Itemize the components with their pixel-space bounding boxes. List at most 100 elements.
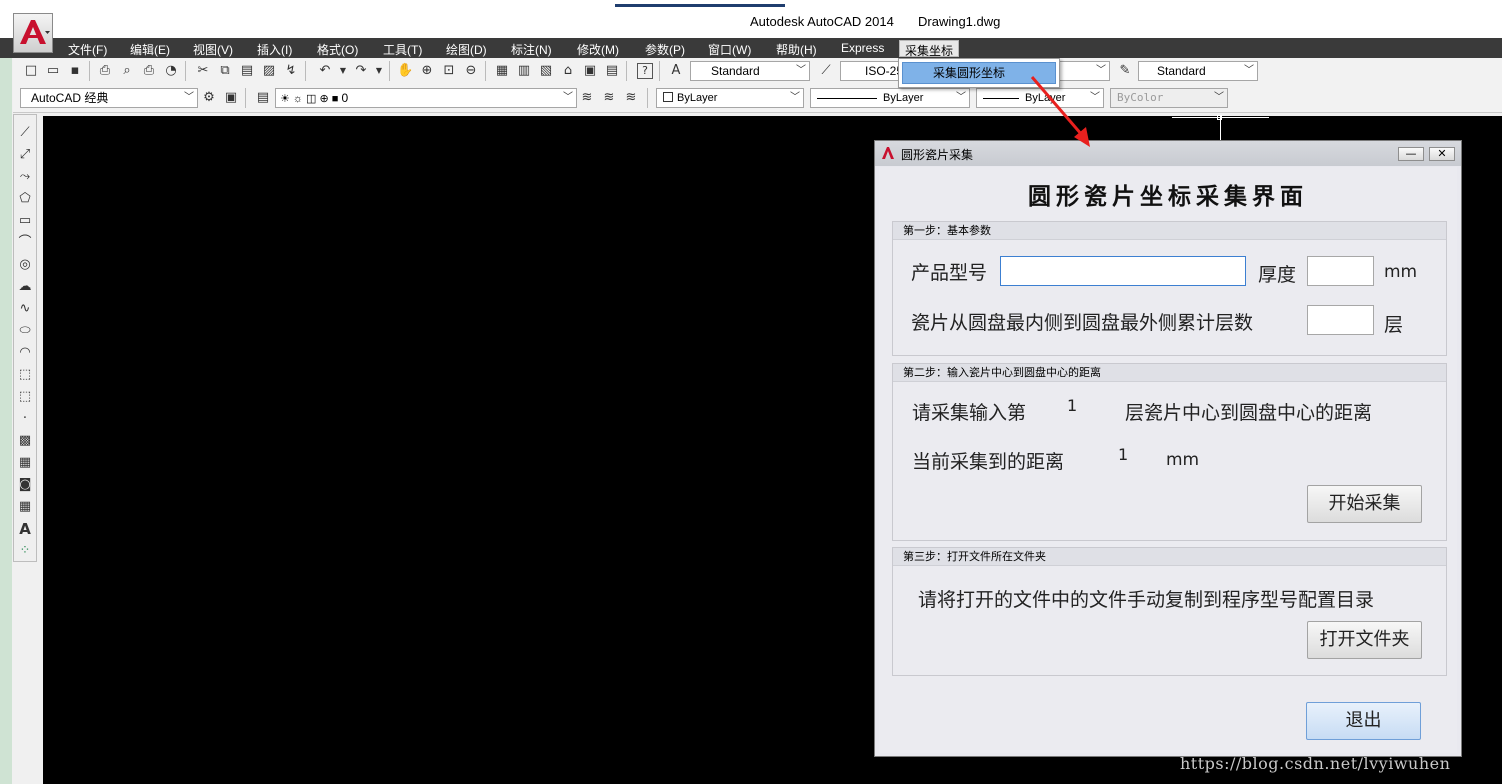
table-style-icon[interactable]: ✎ [1117, 63, 1133, 79]
tool-palettes-icon[interactable]: ▧ [538, 63, 554, 79]
3d-print-icon[interactable]: ◔ [163, 63, 179, 79]
make-current-layer-icon[interactable]: ≋ [579, 90, 595, 106]
autocad-small-logo-icon [882, 147, 894, 159]
workspace-settings-icon[interactable]: ⚙ [201, 90, 217, 106]
workspace-select[interactable]: AutoCAD 经典 ﹀ [20, 88, 198, 108]
markup-icon[interactable]: ▣ [582, 63, 598, 79]
make-block-icon[interactable]: ⬚ [17, 389, 33, 405]
hatch-icon[interactable]: ▩ [17, 433, 33, 449]
polyline-icon[interactable]: ⤳ [17, 169, 33, 185]
point-icon[interactable]: · [17, 411, 33, 427]
dialog-body: 圆形瓷片坐标采集界面 第一步：基本参数 产品型号 厚度 mm 瓷片从圆盘最内侧到… [879, 167, 1457, 753]
multiline-text-icon[interactable]: A [17, 521, 33, 537]
chevron-down-icon: ﹀ [1214, 92, 1224, 103]
arc-icon[interactable]: ⌒ [17, 235, 33, 251]
add-selected-icon[interactable]: ⁘ [17, 543, 33, 559]
sheet-set-icon[interactable]: ⌂ [560, 63, 576, 79]
plot-preview-icon[interactable]: ⌕ [119, 63, 135, 79]
zoom-previous-icon[interactable]: ⊖ [463, 63, 479, 79]
plotstyle-select[interactable]: ByColor ﹀ [1110, 88, 1228, 108]
spline-icon[interactable]: ∿ [17, 301, 33, 317]
collect-prompt-suffix: 层瓷片中心到圆盘中心的距离 [1125, 402, 1373, 424]
layer-count-input[interactable] [1307, 305, 1374, 335]
layer-previous-icon[interactable]: ≋ [601, 90, 617, 106]
copy-icon[interactable]: ⧉ [217, 63, 233, 79]
gradient-icon[interactable]: ▦ [17, 455, 33, 471]
plot-icon[interactable]: ⎙ [97, 63, 113, 79]
circle-icon[interactable]: ◎ [17, 257, 33, 273]
linetype-preview [817, 97, 877, 99]
color-swatch [663, 92, 673, 102]
menu-modify[interactable]: 修改(M) [577, 41, 619, 58]
dialog-title-bar[interactable]: 圆形瓷片采集 — ✕ [875, 141, 1461, 166]
open-folder-button[interactable]: 打开文件夹 [1307, 621, 1422, 659]
design-center-icon[interactable]: ▥ [516, 63, 532, 79]
thickness-input[interactable] [1307, 256, 1374, 286]
dim-style-icon[interactable]: ⟋ [818, 63, 834, 79]
product-model-input[interactable] [1000, 256, 1246, 286]
menu-dimension[interactable]: 标注(N) [511, 41, 552, 58]
rectangle-icon[interactable]: ▭ [17, 213, 33, 229]
thickness-label: 厚度 [1258, 264, 1297, 286]
line-icon[interactable]: ⟋ [17, 125, 33, 141]
text-style-icon[interactable]: A [668, 63, 684, 79]
paste-icon[interactable]: ▤ [239, 63, 255, 79]
table-style-select[interactable]: Standard ﹀ [1138, 61, 1258, 81]
tab-indicator [615, 4, 785, 7]
close-button[interactable]: ✕ [1429, 147, 1455, 161]
undo-dropdown-icon[interactable]: ▼ [335, 63, 351, 79]
menu-express[interactable]: Express [841, 41, 884, 55]
layer-select[interactable]: ☀ ☼ ◫ ⊕ ■ 0 ﹀ [275, 88, 577, 108]
construction-line-icon[interactable]: ⤢ [17, 147, 33, 163]
match-properties-icon[interactable]: ▨ [261, 63, 277, 79]
menu-window[interactable]: 窗口(W) [708, 41, 751, 58]
menu-format[interactable]: 格式(O) [317, 41, 358, 58]
cut-icon[interactable]: ✂ [195, 63, 211, 79]
table-icon[interactable]: ▦ [17, 499, 33, 515]
pan-icon[interactable]: ✋ [397, 63, 413, 79]
exit-button[interactable]: 退出 [1306, 702, 1421, 740]
layer-manager-icon[interactable]: ▤ [255, 90, 271, 106]
undo-icon[interactable]: ↶ [317, 63, 333, 79]
block-editor-icon[interactable]: ↯ [283, 63, 299, 79]
publish-icon[interactable]: ⎙ [141, 63, 157, 79]
insert-block-icon[interactable]: ⬚ [17, 367, 33, 383]
ellipse-arc-icon[interactable]: ◠ [17, 345, 33, 361]
open-file-icon[interactable]: ▭ [45, 63, 61, 79]
menu-tools[interactable]: 工具(T) [383, 41, 422, 58]
properties-icon[interactable]: ▦ [494, 63, 510, 79]
region-icon[interactable]: ◙ [17, 477, 33, 493]
desktop-edge [0, 58, 12, 784]
zoom-window-icon[interactable]: ⊡ [441, 63, 457, 79]
ellipse-icon[interactable]: ⬭ [17, 323, 33, 339]
clean-screen-icon[interactable]: ▣ [223, 90, 239, 106]
linetype-select[interactable]: ByLayer ﹀ [810, 88, 970, 108]
minimize-button[interactable]: — [1398, 147, 1424, 161]
copy-instruction: 请将打开的文件中的文件手动复制到程序型号配置目录 [918, 589, 1375, 611]
zoom-realtime-icon[interactable]: ⊕ [419, 63, 435, 79]
menu-file[interactable]: 文件(F) [68, 41, 107, 58]
start-collect-button[interactable]: 开始采集 [1307, 485, 1422, 523]
text-style-select[interactable]: Standard ﹀ [690, 61, 810, 81]
menu-insert[interactable]: 插入(I) [257, 41, 292, 58]
calculator-icon[interactable]: ▤ [604, 63, 620, 79]
redo-dropdown-icon[interactable]: ▼ [371, 63, 387, 79]
autocad-logo-button[interactable] [13, 13, 53, 53]
help-icon[interactable]: ? [637, 63, 653, 79]
menu-collect-coordinates[interactable]: 采集坐标 [899, 40, 959, 58]
menu-edit[interactable]: 编辑(E) [130, 41, 170, 58]
save-icon[interactable]: ▪ [67, 63, 83, 79]
layer-isolate-icon[interactable]: ≋ [623, 90, 639, 106]
workspace-value: AutoCAD 经典 [31, 91, 109, 105]
menu-draw[interactable]: 绘图(D) [446, 41, 487, 58]
menu-help[interactable]: 帮助(H) [776, 41, 817, 58]
thickness-unit: mm [1384, 262, 1418, 282]
polygon-icon[interactable]: ⬠ [17, 191, 33, 207]
revision-cloud-icon[interactable]: ☁ [17, 279, 33, 295]
redo-icon[interactable]: ↷ [353, 63, 369, 79]
menu-parametric[interactable]: 参数(P) [645, 41, 685, 58]
menu-view[interactable]: 视图(V) [193, 41, 233, 58]
chevron-down-icon: ﹀ [790, 92, 800, 103]
color-select[interactable]: ByLayer ﹀ [656, 88, 804, 108]
new-file-icon[interactable]: □ [23, 63, 39, 79]
